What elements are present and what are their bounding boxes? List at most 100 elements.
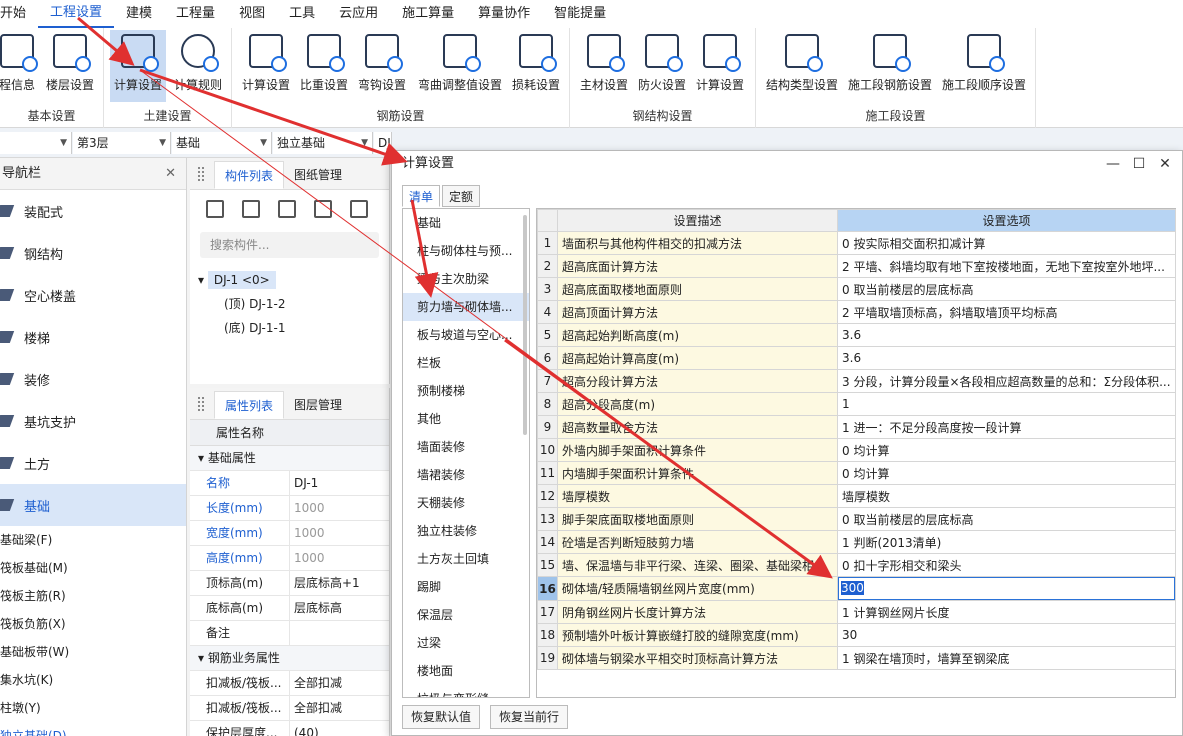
- civil-calc-settings-button[interactable]: 计算设置: [110, 30, 166, 102]
- project-info-button[interactable]: 程信息: [0, 30, 40, 102]
- category-item[interactable]: 垃圾与变形缝: [403, 685, 529, 697]
- menu-construction-calc[interactable]: 施工算量: [390, 0, 466, 28]
- drag-handle-icon[interactable]: [198, 167, 204, 181]
- category-dropdown[interactable]: 基础 ▼: [172, 132, 272, 154]
- fireproof-settings-button[interactable]: 防火设置: [634, 30, 690, 102]
- table-row[interactable]: 1 墙面积与其他构件相交的扣减方法 0 按实际相交面积扣减计算: [537, 231, 1176, 255]
- row-option-edit-field[interactable]: 300: [837, 576, 1176, 601]
- row-option[interactable]: 0 取当前楼层的层底标高: [837, 507, 1176, 531]
- prop-row-length[interactable]: 长度(mm) 1000: [190, 496, 389, 521]
- loss-settings-button[interactable]: 损耗设置: [508, 30, 564, 102]
- floor-settings-button[interactable]: 楼层设置: [42, 30, 98, 102]
- menu-quantity[interactable]: 工程量: [164, 0, 227, 28]
- item-dropdown[interactable]: DJ-1: [374, 132, 392, 154]
- nav-item-steel[interactable]: 钢结构: [0, 232, 186, 274]
- close-icon[interactable]: ✕: [1152, 151, 1178, 177]
- nav-sub-sump-pit[interactable]: 集水坑(K): [0, 666, 186, 694]
- main-material-button[interactable]: 主材设置: [576, 30, 632, 102]
- nav-sub-foundation-strip[interactable]: 基础板带(W): [0, 638, 186, 666]
- nav-item-hollow-slab[interactable]: 空心楼盖: [0, 274, 186, 316]
- nav-item-prefab[interactable]: 装配式: [0, 190, 186, 232]
- category-item[interactable]: 土方灰土回填: [403, 545, 529, 573]
- prop-row-name[interactable]: 名称 DJ-1: [190, 471, 389, 496]
- prop-row-top-elevation[interactable]: 顶标高(m) 层底标高+1: [190, 571, 389, 596]
- nav-sub-column-pier[interactable]: 柱墩(Y): [0, 694, 186, 722]
- hook-settings-button[interactable]: 弯钩设置: [354, 30, 410, 102]
- minimize-icon[interactable]: —: [1100, 151, 1126, 177]
- copy-icon[interactable]: [242, 200, 260, 218]
- table-row[interactable]: 14 砼墙是否判断短肢剪力墙 1 判断(2013清单): [537, 530, 1176, 554]
- row-option[interactable]: 3.6: [837, 346, 1176, 370]
- tab-drawing-management[interactable]: 图纸管理: [284, 161, 352, 189]
- row-option[interactable]: 1 判断(2013清单): [837, 530, 1176, 554]
- menu-start[interactable]: 开始: [0, 0, 38, 28]
- category-item[interactable]: 独立柱装修: [403, 517, 529, 545]
- prop-row-cover[interactable]: 保护层厚度... (40): [190, 721, 389, 736]
- tab-component-list[interactable]: 构件列表: [214, 161, 285, 189]
- category-item[interactable]: 基础: [403, 209, 529, 237]
- nav-sub-raft-main-rebar[interactable]: 筏板主筋(R): [0, 582, 186, 610]
- menu-modeling[interactable]: 建模: [114, 0, 164, 28]
- menu-collaboration[interactable]: 算量协作: [466, 0, 542, 28]
- table-row[interactable]: 12 墙厚模数 墙厚模数: [537, 484, 1176, 508]
- table-row[interactable]: 4 超高顶面计算方法 2 平墙取墙顶标高，斜墙取墙顶平均标高: [537, 300, 1176, 324]
- close-icon[interactable]: ✕: [165, 158, 176, 190]
- tree-child-bottom[interactable]: (底) DJ-1-1: [198, 316, 389, 340]
- row-option[interactable]: 0 均计算: [837, 461, 1176, 485]
- row-option[interactable]: 3.6: [837, 323, 1176, 347]
- nav-sub-raft-foundation[interactable]: 筏板基础(M): [0, 554, 186, 582]
- prop-row-bottom-elevation[interactable]: 底标高(m) 层底标高: [190, 596, 389, 621]
- category-item[interactable]: 梁与主次肋梁: [403, 265, 529, 293]
- menu-smart-extract[interactable]: 智能提量: [542, 0, 618, 28]
- tab-property-list[interactable]: 属性列表: [214, 391, 285, 419]
- segment-order-button[interactable]: 施工段顺序设置: [940, 30, 1028, 102]
- row-option[interactable]: 0 按实际相交面积扣减计算: [837, 231, 1176, 255]
- prop-row-remark[interactable]: 备注: [190, 621, 389, 646]
- table-row[interactable]: 11 内墙脚手架面积计算条件 0 均计算: [537, 461, 1176, 485]
- first-dropdown[interactable]: ▼: [0, 132, 72, 154]
- category-item[interactable]: 天棚装修: [403, 489, 529, 517]
- duplicate-icon[interactable]: [314, 200, 332, 218]
- table-row[interactable]: 3 超高底面取楼地面原则 0 取当前楼层的层底标高: [537, 277, 1176, 301]
- table-row[interactable]: 6 超高起始计算高度(m) 3.6: [537, 346, 1176, 370]
- table-row[interactable]: 5 超高起始判断高度(m) 3.6: [537, 323, 1176, 347]
- table-row[interactable]: 13 脚手架底面取楼地面原则 0 取当前楼层的层底标高: [537, 507, 1176, 531]
- row-option[interactable]: 0 扣十字形相交和梁头: [837, 553, 1176, 577]
- menu-cloud[interactable]: 云应用: [327, 0, 390, 28]
- category-item[interactable]: 预制楼梯: [403, 377, 529, 405]
- calc-rules-button[interactable]: 计算规则: [170, 30, 226, 102]
- tree-child-top[interactable]: (顶) DJ-1-2: [198, 292, 389, 316]
- category-item[interactable]: 板与坡道与空心...: [403, 321, 529, 349]
- category-item[interactable]: 楼地面: [403, 657, 529, 685]
- table-row[interactable]: 9 超高数量取舍方法 1 进一：不足分段高度按一段计算: [537, 415, 1176, 439]
- density-settings-button[interactable]: 比重设置: [296, 30, 352, 102]
- section-rebar-properties[interactable]: ▾ 钢筋业务属性: [190, 646, 389, 671]
- tab-quota[interactable]: 定额: [442, 185, 481, 207]
- more-icon[interactable]: [350, 200, 368, 218]
- nav-sub-isolated-foundation[interactable]: 独立基础(D): [0, 722, 186, 736]
- row-option[interactable]: 2 平墙取墙顶标高，斜墙取墙顶平均标高: [837, 300, 1176, 324]
- section-basic-properties[interactable]: ▾ 基础属性: [190, 446, 389, 471]
- row-option[interactable]: 1 进一：不足分段高度按一段计算: [837, 415, 1176, 439]
- row-option[interactable]: 墙厚模数: [837, 484, 1176, 508]
- menu-project-settings[interactable]: 工程设置: [38, 0, 115, 28]
- nav-item-decoration[interactable]: 装修: [0, 358, 186, 400]
- type-dropdown[interactable]: 独立基础 ▼: [273, 132, 373, 154]
- nav-sub-raft-neg-rebar[interactable]: 筏板负筋(X): [0, 610, 186, 638]
- table-row[interactable]: 8 超高分段高度(m) 1: [537, 392, 1176, 416]
- row-option[interactable]: 2 平墙、斜墙均取有地下室按楼地面，无地下室按室外地坪...: [837, 254, 1176, 278]
- row-option[interactable]: 0 取当前楼层的层底标高: [837, 277, 1176, 301]
- maximize-icon[interactable]: ☐: [1126, 151, 1152, 177]
- menu-tools[interactable]: 工具: [277, 0, 327, 28]
- search-input[interactable]: 搜索构件...: [200, 232, 379, 258]
- delete-icon[interactable]: [278, 200, 296, 218]
- tree-root[interactable]: ▾ DJ-1 <0>: [198, 268, 389, 292]
- nav-item-pit-support[interactable]: 基坑支护: [0, 400, 186, 442]
- nav-item-foundation[interactable]: 基础: [0, 484, 186, 526]
- category-item[interactable]: 保温层: [403, 601, 529, 629]
- table-row[interactable]: 15 墙、保温墙与非平行梁、连梁、圈梁、基础梁相... 0 扣十字形相交和梁头: [537, 553, 1176, 577]
- category-item[interactable]: 踢脚: [403, 573, 529, 601]
- tab-layer-management[interactable]: 图层管理: [284, 391, 352, 419]
- row-option[interactable]: 1: [837, 392, 1176, 416]
- row-option[interactable]: 1 钢梁在墙顶时，墙算至钢梁底: [837, 646, 1176, 670]
